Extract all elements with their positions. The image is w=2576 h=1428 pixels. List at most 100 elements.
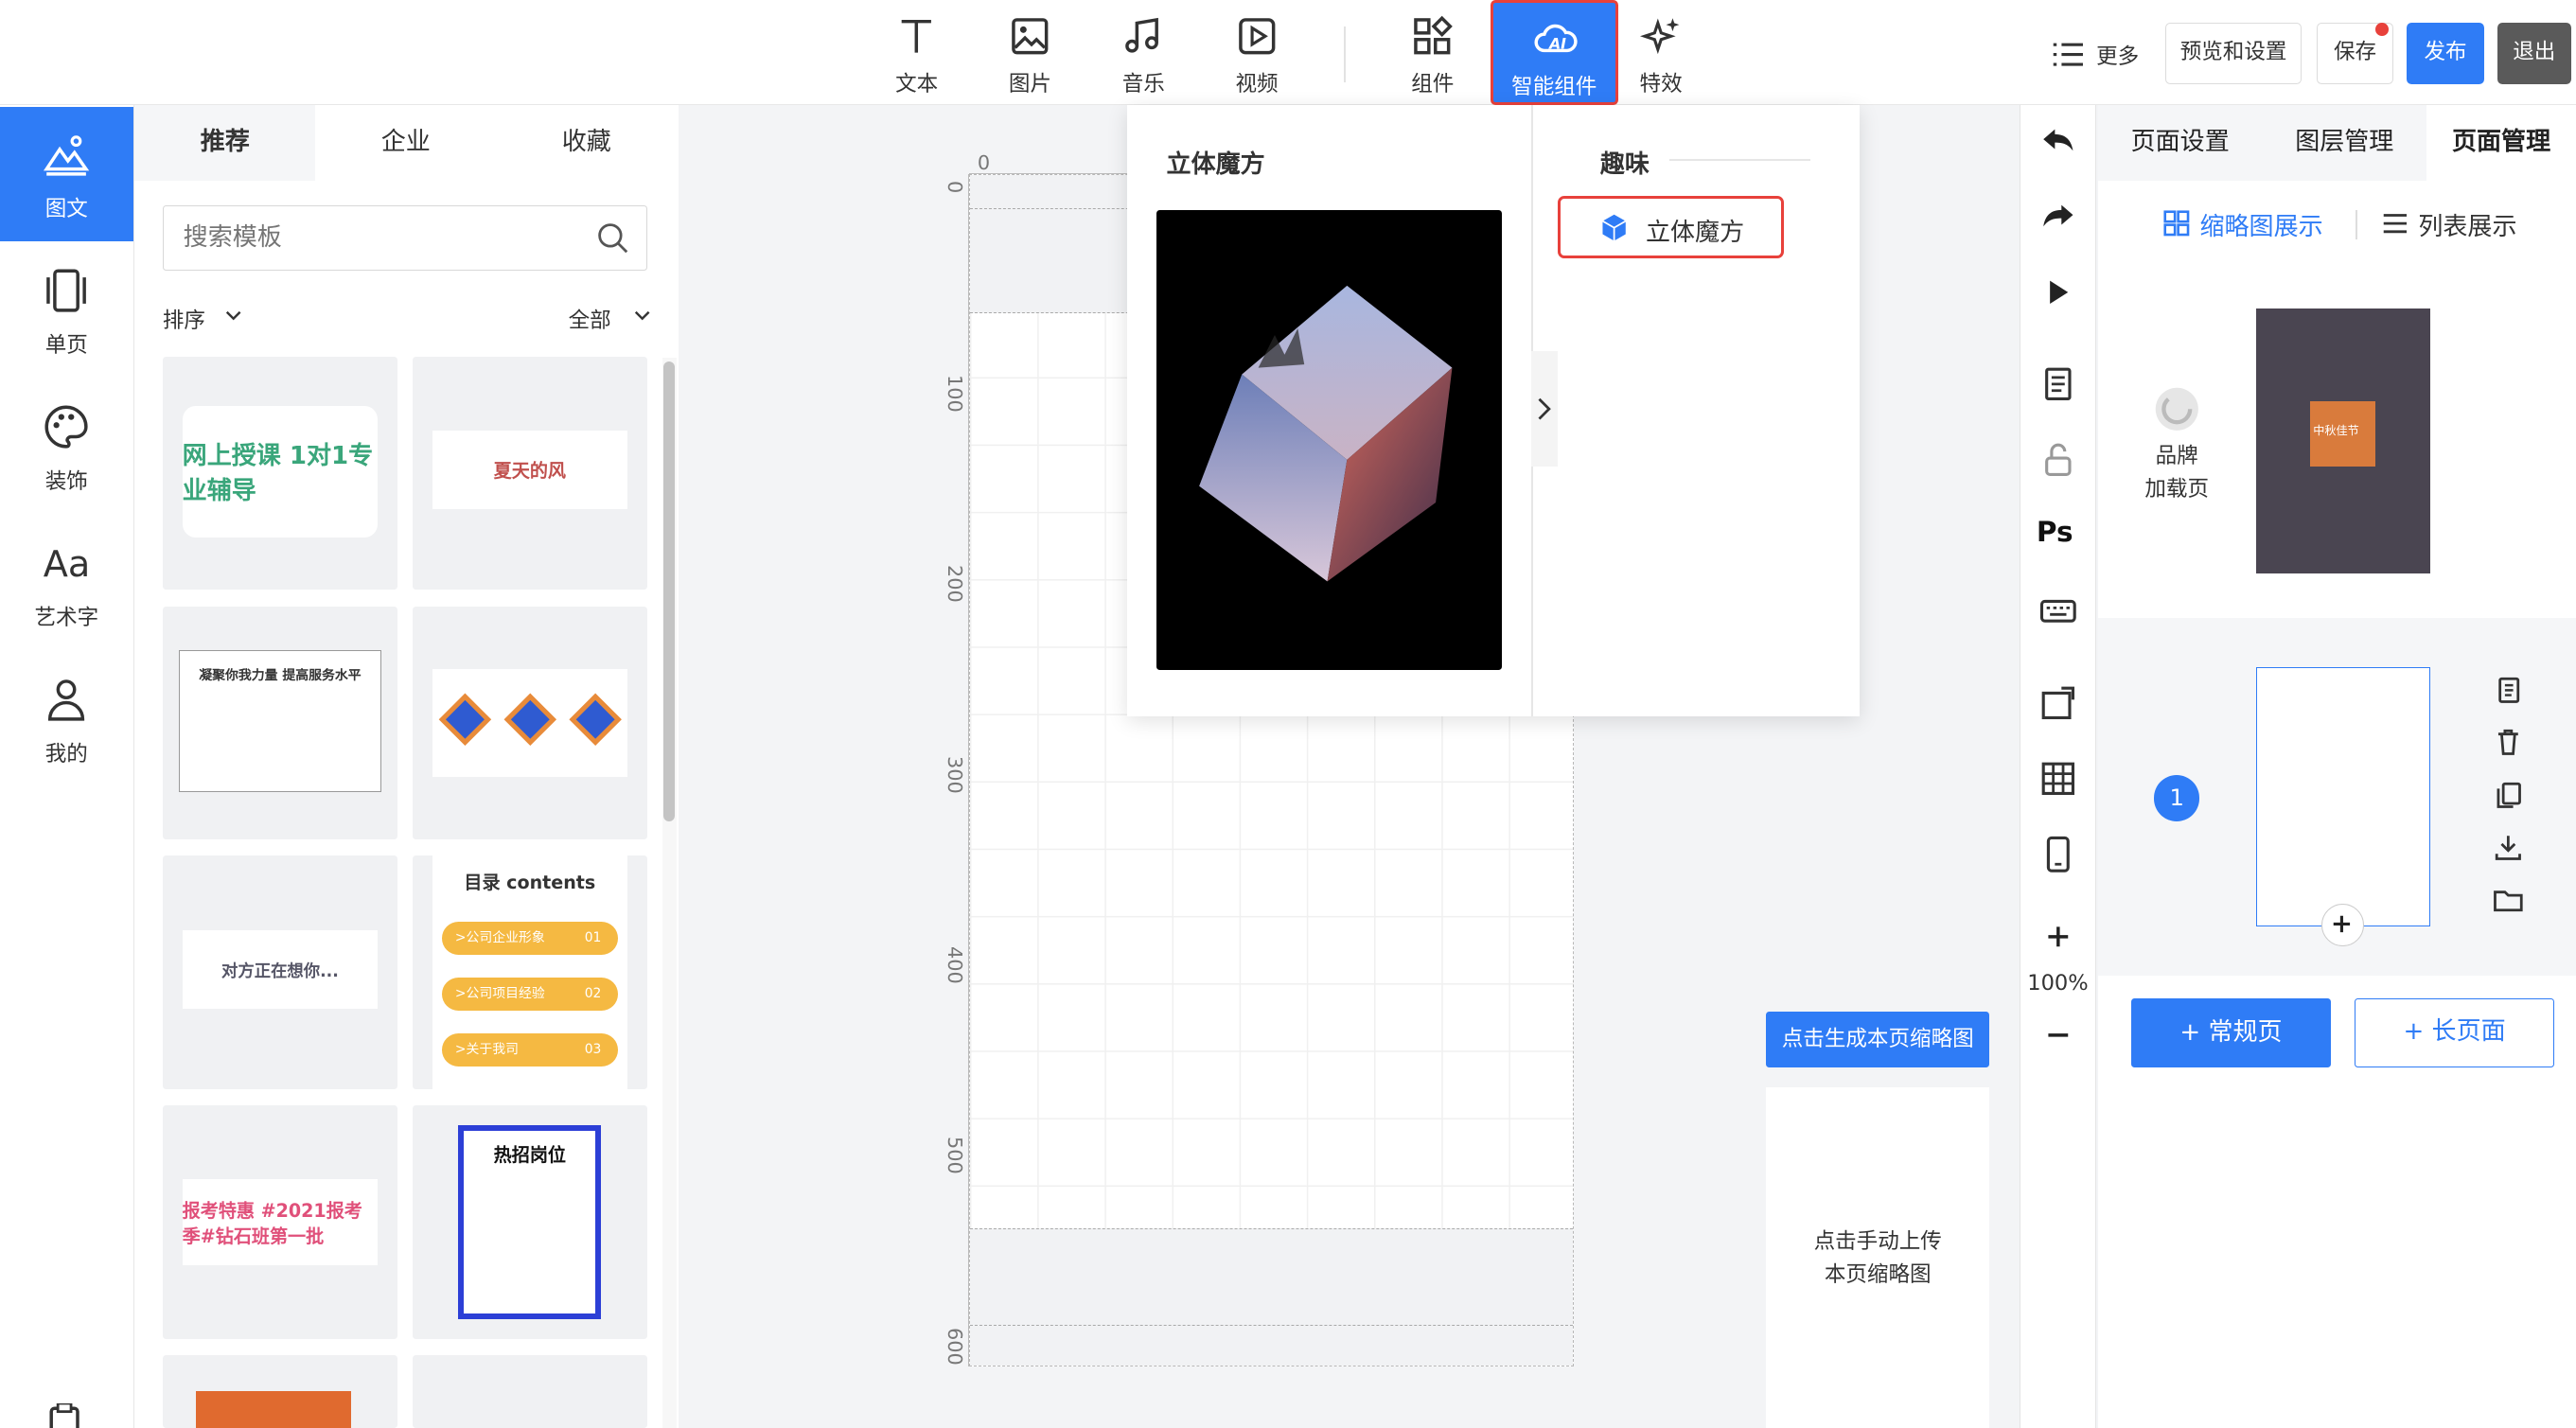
nav-item-single-page[interactable]: 单页 — [0, 243, 133, 378]
toc-row: >公司项目经验 02 — [441, 977, 618, 1011]
insert-page-button[interactable] — [2320, 903, 2365, 946]
tab-page-settings[interactable]: 页面设置 — [2098, 105, 2263, 181]
publish-button[interactable]: 发布 — [2407, 23, 2484, 84]
ruler-label: 0 — [977, 150, 991, 174]
smart-item-magic-cube[interactable]: 立体魔方 — [1557, 195, 1785, 258]
tool-components[interactable]: 组件 — [1382, 0, 1484, 105]
tool-smart-components[interactable]: AI 智能组件 — [1490, 0, 1618, 106]
list-icon — [2053, 43, 2084, 66]
top-toolbar: 文本 图片 音乐 视频 组件 AI 智能组件 特效 更多 预览和设置 保存 发布… — [0, 0, 2576, 106]
view-thumbnail-toggle[interactable]: 缩略图展示 — [2163, 207, 2344, 241]
mountain-icon — [44, 135, 90, 176]
smart-components-popup: 立体魔方 趣味 立体魔方 — [1126, 105, 1861, 716]
template-card[interactable] — [412, 606, 647, 840]
phone-icon[interactable] — [2038, 835, 2078, 874]
chevron-right-icon — [1538, 397, 1551, 420]
toc-row: >公司企业形象 01 — [441, 921, 618, 955]
video-icon — [1238, 18, 1276, 55]
tab-page-management[interactable]: 页面管理 — [2426, 105, 2576, 181]
loading-spinner-icon — [2155, 387, 2198, 431]
template-card[interactable]: 热招岗位 — [412, 1105, 647, 1339]
tool-music[interactable]: 音乐 — [1092, 0, 1194, 105]
template-preview: 热招岗位 — [458, 1125, 602, 1319]
grid-icon[interactable] — [2038, 759, 2078, 799]
replace-icon[interactable] — [2038, 683, 2078, 723]
generate-thumbnail-button[interactable]: 点击生成本页缩略图 — [1766, 1012, 1990, 1068]
sort-label: 排序 — [162, 309, 205, 334]
toc-row-num: 01 — [584, 929, 602, 945]
upload-thumbnail-area[interactable]: 点击手动上传 本页缩略图 — [1766, 1087, 1990, 1428]
unlock-icon[interactable] — [2038, 440, 2078, 480]
nav-item-decoration[interactable]: 装饰 — [0, 379, 133, 514]
clipboard-icon[interactable] — [46, 1402, 82, 1428]
canvas-bottom-safe-zone — [970, 1227, 1574, 1366]
exit-button[interactable]: 退出 — [2497, 23, 2571, 84]
add-long-page-button[interactable]: + 长页面 — [2354, 998, 2555, 1068]
template-preview: 凝聚你我力量 提高服务水平 — [179, 650, 381, 792]
zoom-out-icon[interactable] — [2038, 1015, 2078, 1055]
redo-icon[interactable] — [2038, 197, 2078, 237]
delete-icon[interactable] — [2492, 726, 2525, 759]
template-card[interactable]: 目录 contents >公司企业形象 01 >公司项目经验 02 >关于我司 03 — [412, 855, 647, 1089]
tool-effects[interactable]: 特效 — [1610, 0, 1712, 105]
template-card[interactable]: 凝聚你我力量 提高服务水平 — [162, 606, 398, 840]
nav-item-image-text[interactable]: 图文 — [0, 106, 133, 242]
tool-text-label: 文本 — [895, 72, 939, 97]
nav-label: 我的 — [44, 742, 88, 767]
music-icon — [1125, 17, 1158, 53]
copy-icon[interactable] — [2492, 674, 2525, 707]
brand-loading-thumbnail[interactable]: 中秋佳节 — [2255, 309, 2430, 573]
template-card[interactable]: 网上授课 1对1专业辅导 — [162, 356, 398, 591]
template-card[interactable] — [162, 1355, 398, 1428]
keyboard-icon[interactable] — [2038, 591, 2078, 631]
tool-effects-label: 特效 — [1639, 72, 1683, 97]
components-icon — [1414, 15, 1454, 55]
nav-item-mine[interactable]: 我的 — [0, 652, 133, 786]
template-preview: 目录 contents >公司企业形象 01 >公司项目经验 02 >关于我司 03 — [432, 855, 628, 1089]
add-normal-page-button[interactable]: + 常规页 — [2130, 998, 2332, 1068]
search-icon[interactable] — [597, 222, 628, 254]
more-menu[interactable]: 更多 — [2052, 36, 2157, 72]
template-preview: 报考特惠 #2021报考季#钻石班第一批 — [182, 1179, 379, 1265]
template-preview — [432, 668, 628, 778]
image-icon — [1012, 18, 1049, 55]
search-input[interactable] — [183, 219, 578, 256]
play-icon[interactable] — [2038, 273, 2078, 312]
template-search[interactable] — [162, 204, 647, 272]
page-row[interactable]: 1 — [2097, 617, 2576, 977]
folder-icon[interactable] — [2492, 884, 2525, 917]
tab-recommend[interactable]: 推荐 — [134, 105, 316, 181]
template-card[interactable]: 夏天的风 — [412, 356, 647, 591]
scrollbar-thumb[interactable] — [663, 361, 676, 821]
filter-dropdown[interactable]: 全部 — [569, 304, 654, 333]
tool-image[interactable]: 图片 — [979, 0, 1082, 105]
page-thumbnail[interactable] — [2255, 666, 2430, 927]
nav-item-art-text[interactable]: Aa 艺术字 — [0, 516, 133, 650]
document-icon[interactable] — [2038, 364, 2078, 404]
category-title: 趣味 — [1599, 150, 1650, 179]
undo-icon[interactable] — [2038, 121, 2078, 161]
tab-enterprise[interactable]: 企业 — [315, 105, 496, 181]
tool-text[interactable]: 文本 — [866, 0, 968, 105]
popup-expand-tab[interactable] — [1530, 351, 1558, 467]
template-panel: 推荐 企业 收藏 排序 全部 网上授课 1对1专业辅导 夏天的风 凝聚你我力量 … — [134, 105, 679, 1428]
view-list-toggle[interactable]: 列表展示 — [2382, 207, 2547, 241]
preview-settings-button[interactable]: 预览和设置 — [2165, 23, 2303, 84]
template-card[interactable]: 对方正在想你... — [162, 855, 398, 1089]
photoshop-import[interactable]: Ps — [2037, 516, 2073, 548]
toc-row-text: >公司企业形象 — [454, 929, 545, 945]
template-card[interactable]: 报考特惠 #2021报考季#钻石班第一批 — [162, 1105, 398, 1339]
scrollbar-track[interactable] — [662, 358, 678, 1428]
sort-dropdown[interactable]: 排序 — [163, 304, 261, 333]
duplicate-icon[interactable] — [2492, 779, 2525, 812]
page-number-badge: 1 — [2153, 775, 2200, 821]
tool-video[interactable]: 视频 — [1206, 0, 1308, 105]
zoom-in-icon[interactable] — [2038, 917, 2078, 957]
diamond-badges-graphic — [438, 693, 622, 747]
tab-favorites[interactable]: 收藏 — [496, 105, 677, 181]
plus-icon — [2334, 915, 2351, 933]
template-card[interactable] — [412, 1355, 647, 1428]
download-icon[interactable] — [2492, 831, 2525, 864]
cube-preview[interactable] — [1156, 210, 1502, 671]
tab-layer-management[interactable]: 图层管理 — [2262, 105, 2426, 181]
